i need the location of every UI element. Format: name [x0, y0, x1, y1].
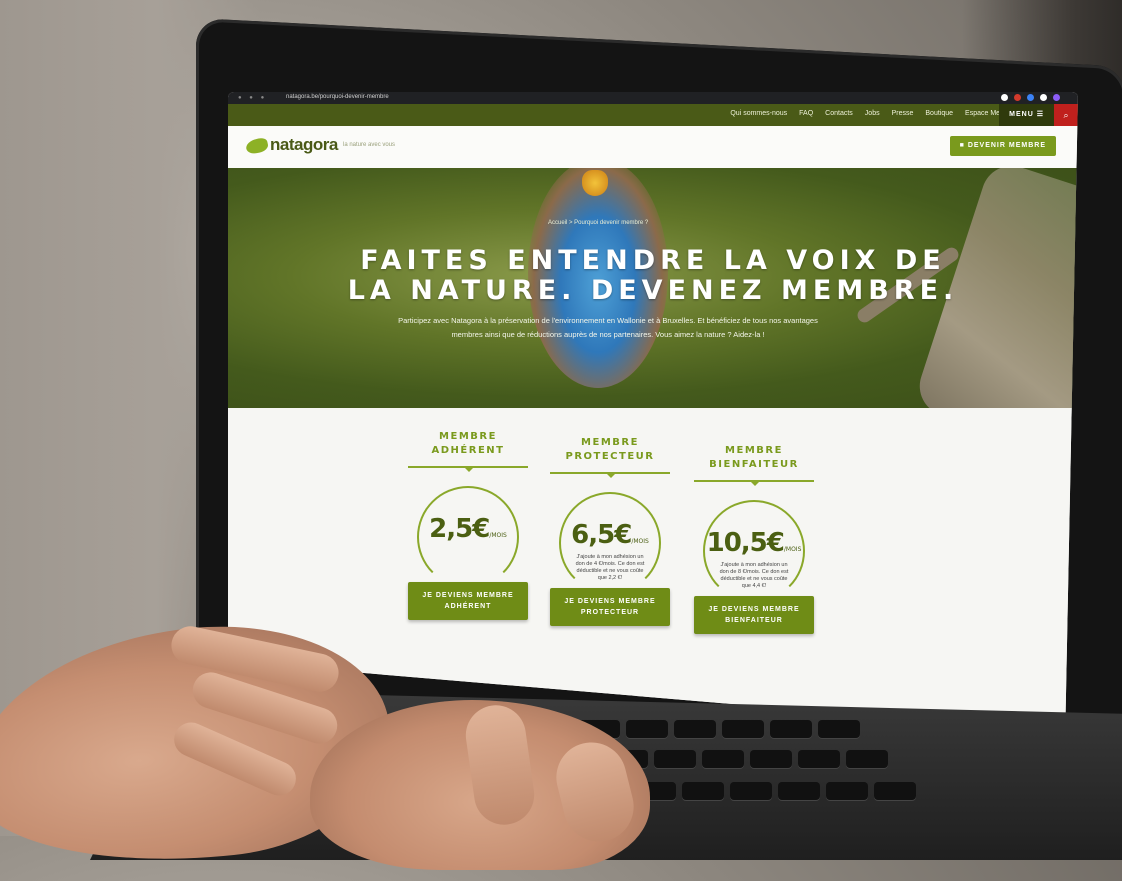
plan-title-line-1: MEMBRE [439, 431, 497, 442]
browser-extensions [1001, 94, 1060, 101]
plan-title: MEMBRE ADHÉRENT [398, 430, 538, 458]
plan-title-line-1: MEMBRE [581, 437, 639, 448]
breadcrumb[interactable]: Accueil > Pourquoi devenir membre ? [548, 220, 648, 226]
key [722, 720, 764, 738]
price-period: /MOIS [489, 532, 507, 539]
site-header: natagora la nature avec vous ■ DEVENIR M… [228, 126, 1078, 169]
nav-link-presse[interactable]: Presse [892, 110, 914, 117]
bienfaiteur-button[interactable]: JE DEVIENS MEMBRE BIENFAITEUR [694, 596, 814, 634]
extension-icon[interactable] [1040, 94, 1047, 101]
protecteur-button[interactable]: JE DEVIENS MEMBRE PROTECTEUR [550, 588, 670, 626]
key [846, 750, 888, 768]
plan-title-line-2: PROTECTEUR [565, 451, 655, 462]
plan-title-line-1: MEMBRE [725, 445, 783, 456]
hero-title-line-2: LA NATURE. DEVENEZ MEMBRE. [347, 275, 959, 306]
profile-icon[interactable] [1053, 94, 1060, 101]
nav-link-qui-sommes-nous[interactable]: Qui sommes-nous [730, 110, 787, 117]
key [874, 782, 916, 800]
key [626, 720, 668, 738]
plan-price-circle: 6,5€/MOIS J'ajoute à mon adhésion un don… [559, 492, 661, 594]
menu-button[interactable]: MENU ☰ [999, 104, 1054, 126]
plan-note: J'ajoute à mon adhésion un don de 4 €/mo… [575, 554, 645, 581]
plan-price: 10,5€/MOIS [705, 528, 803, 558]
price-period: /MOIS [631, 538, 649, 545]
key [730, 782, 772, 800]
nav-link-jobs[interactable]: Jobs [865, 110, 880, 117]
key [682, 782, 724, 800]
hero-description: Participez avec Natagora à la préservati… [398, 316, 818, 339]
bird-beak [582, 170, 608, 196]
key [750, 750, 792, 768]
plan-divider [408, 466, 528, 472]
devenir-membre-button[interactable]: ■ DEVENIR MEMBRE [949, 136, 1056, 156]
hero-title-line-1: FAITES ENTENDRE LA VOIX DE [360, 245, 946, 276]
nav-link-faq[interactable]: FAQ [799, 110, 813, 117]
plan-title-line-2: ADHÉRENT [431, 445, 505, 456]
plan-protecteur: MEMBRE PROTECTEUR 6,5€/MOIS J'ajoute à m… [540, 436, 680, 626]
nav-link-boutique[interactable]: Boutique [925, 110, 953, 117]
logo-tagline: la nature avec vous [343, 142, 396, 148]
plan-price-circle: 2,5€/MOIS [417, 486, 519, 588]
key [778, 782, 820, 800]
plan-divider [694, 480, 814, 486]
address-bar[interactable]: natagora.be/pourquoi-devenir-membre [286, 94, 389, 100]
hero-banner: Accueil > Pourquoi devenir membre ? FAIT… [228, 168, 1078, 408]
key [818, 720, 860, 738]
adherent-button[interactable]: JE DEVIENS MEMBRE ADHÉRENT [408, 582, 528, 620]
plan-title: MEMBRE BIENFAITEUR [684, 444, 824, 472]
plan-adherent: MEMBRE ADHÉRENT 2,5€/MOIS JE DEVIENS MEM… [398, 430, 538, 620]
key [702, 750, 744, 768]
top-nav-links: Qui sommes-nous FAQ Contacts Jobs Presse… [730, 110, 1016, 117]
site-logo[interactable]: natagora [270, 135, 338, 155]
plan-bienfaiteur: MEMBRE BIENFAITEUR 10,5€/MOIS J'ajoute à… [684, 444, 824, 634]
extension-icon[interactable] [1001, 94, 1008, 101]
plan-price: 2,5€/MOIS [419, 514, 517, 544]
laptop-screen: ● ● ● natagora.be/pourquoi-devenir-membr… [228, 92, 1078, 732]
browser-toolbar: ● ● ● natagora.be/pourquoi-devenir-membr… [228, 92, 1078, 104]
price-value: 6,5€ [571, 520, 632, 550]
plan-title-line-2: BIENFAITEUR [709, 459, 799, 470]
key [826, 782, 868, 800]
plan-title: MEMBRE PROTECTEUR [540, 436, 680, 464]
plan-note: J'ajoute à mon adhésion un don de 8 €/mo… [719, 562, 789, 589]
top-navigation: Qui sommes-nous FAQ Contacts Jobs Presse… [228, 104, 1078, 126]
browser-window-controls[interactable]: ● ● ● [238, 95, 267, 101]
plan-divider [550, 472, 670, 478]
plan-price-circle: 10,5€/MOIS J'ajoute à mon adhésion un do… [703, 500, 805, 602]
price-value: 2,5€ [429, 514, 490, 544]
extension-icon[interactable] [1014, 94, 1021, 101]
key [654, 750, 696, 768]
price-value: 10,5€ [706, 528, 785, 558]
key [770, 720, 812, 738]
search-icon[interactable]: ⌕ [1054, 104, 1078, 126]
hero-title: FAITES ENTENDRE LA VOIX DE LA NATURE. DE… [228, 246, 1078, 306]
plan-price: 6,5€/MOIS [561, 520, 659, 550]
price-period: /MOIS [783, 546, 802, 553]
laptop: ● ● ● natagora.be/pourquoi-devenir-membr… [0, 0, 1122, 881]
key [674, 720, 716, 738]
extension-icon[interactable] [1027, 94, 1034, 101]
logo-leaf-icon [244, 136, 270, 156]
key [798, 750, 840, 768]
nav-link-contacts[interactable]: Contacts [825, 110, 853, 117]
